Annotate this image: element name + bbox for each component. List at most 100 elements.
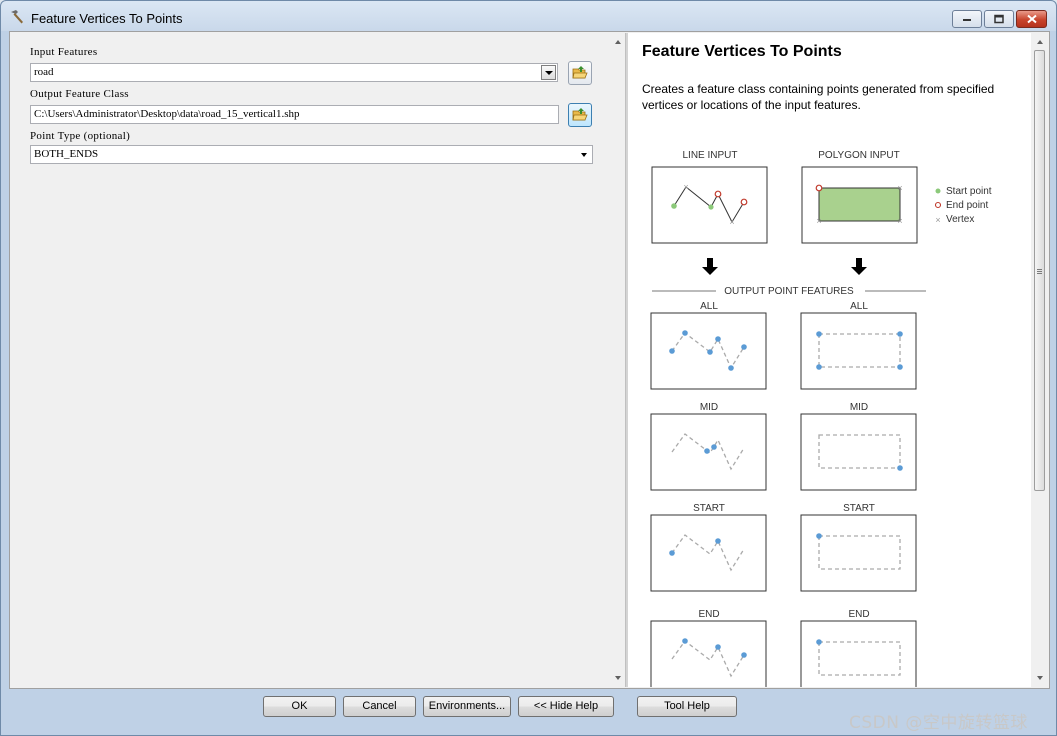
input-polygon: [818, 187, 901, 222]
output-point: [715, 538, 721, 544]
output-point: [816, 533, 822, 539]
arrow-down-icon: [851, 258, 867, 275]
input-features-browse-button[interactable]: [568, 61, 592, 85]
end-point-marker: [740, 198, 748, 206]
output-example-box: [650, 620, 767, 687]
watermark: CSDN @空中旋转篮球: [849, 713, 1028, 733]
output-point: [707, 349, 713, 355]
vertex-marker: ×: [683, 182, 688, 192]
start-point-marker: [671, 203, 677, 209]
ok-button[interactable]: OK: [263, 696, 336, 717]
minimize-icon: [963, 19, 971, 21]
end-point-marker: [714, 190, 722, 198]
output-examples: ALL ALL MID MID START START END END: [650, 301, 917, 687]
output-row-caption: MID: [700, 402, 718, 413]
vertex-marker: ×: [816, 216, 821, 226]
scroll-up-icon[interactable]: [615, 40, 621, 44]
vertex-marker: ×: [729, 217, 734, 227]
open-folder-icon: [572, 66, 588, 79]
point-type-label: Point Type (optional): [30, 130, 131, 142]
output-heading: OUTPUT POINT FEATURES: [724, 286, 854, 297]
legend-vertex-icon: ×: [935, 215, 940, 225]
output-point: [715, 336, 721, 342]
output-point: [897, 465, 903, 471]
output-point: [669, 348, 675, 354]
input-features-combo[interactable]: road: [30, 63, 558, 82]
vertex-marker: ×: [897, 216, 902, 226]
output-row-caption: ALL: [700, 301, 718, 312]
point-type-dropdown[interactable]: BOTH_ENDS: [30, 145, 593, 164]
output-point: [741, 344, 747, 350]
output-point: [728, 365, 734, 371]
scroll-down-icon[interactable]: [1037, 676, 1043, 680]
end-point-marker: [815, 184, 823, 192]
parameters-scrollbar[interactable]: [613, 33, 624, 687]
help-description: Creates a feature class containing point…: [642, 82, 995, 112]
close-icon: [1026, 14, 1037, 24]
open-folder-icon: [572, 108, 588, 121]
input-features-label: Input Features: [30, 46, 98, 58]
vertex-marker: ×: [897, 183, 902, 193]
legend-start-icon: [935, 188, 941, 194]
output-point: [741, 652, 747, 658]
output-row-caption: END: [698, 609, 719, 620]
hide-help-button[interactable]: << Hide Help: [518, 696, 614, 717]
window-title: Feature Vertices To Points: [31, 11, 183, 26]
legend-start-label: Start point: [946, 186, 992, 197]
output-point: [682, 330, 688, 336]
output-feature-class-browse-button[interactable]: [568, 103, 592, 127]
output-example-box: [800, 514, 917, 592]
environments-button[interactable]: Environments...: [423, 696, 511, 717]
title-bar[interactable]: Feature Vertices To Points: [1, 1, 1056, 33]
input-features-value: road: [34, 66, 54, 78]
output-point: [816, 331, 822, 337]
tool-help-button[interactable]: Tool Help: [637, 696, 737, 717]
output-point: [897, 364, 903, 370]
line-input-caption: LINE INPUT: [682, 150, 737, 161]
legend-end-icon: [934, 201, 942, 209]
polygon-input-caption: POLYGON INPUT: [818, 150, 900, 161]
tool-dialog-window: Feature Vertices To Points Input Feature…: [0, 0, 1057, 736]
help-scrollbar[interactable]: [1032, 33, 1048, 687]
scroll-up-icon[interactable]: [1037, 40, 1043, 44]
output-example-box: [800, 620, 917, 687]
help-scroll-thumb[interactable]: [1034, 50, 1045, 491]
legend-end-label: End point: [946, 200, 988, 211]
point-type-value: BOTH_ENDS: [34, 148, 99, 160]
chevron-down-icon: [581, 153, 587, 157]
maximize-button[interactable]: [984, 10, 1014, 28]
help-title: Feature Vertices To Points: [642, 43, 842, 60]
parameters-panel: Input Features road Output Feature Class…: [11, 33, 611, 687]
output-example-box: [800, 413, 917, 491]
scroll-down-icon[interactable]: [615, 676, 621, 680]
output-row-caption: START: [843, 503, 875, 514]
output-row-caption: MID: [850, 402, 868, 413]
close-button[interactable]: [1016, 10, 1047, 28]
output-row-caption: ALL: [850, 301, 868, 312]
arrow-down-icon: [702, 258, 718, 275]
output-point: [669, 550, 675, 556]
maximize-icon: [994, 14, 1004, 24]
output-point: [897, 331, 903, 337]
output-row-caption: END: [848, 609, 869, 620]
output-point: [704, 448, 710, 454]
output-point: [682, 638, 688, 644]
output-point: [816, 639, 822, 645]
output-point: [711, 444, 717, 450]
tool-illustration: LINE INPUT POLYGON INPUT × × × × × Start…: [650, 150, 992, 687]
cancel-button[interactable]: Cancel: [343, 696, 416, 717]
output-feature-class-field[interactable]: C:\Users\Administrator\Desktop\data\road…: [30, 105, 559, 124]
output-point: [816, 364, 822, 370]
output-example-box: [800, 312, 917, 390]
start-point-marker: [708, 204, 714, 210]
output-feature-class-label: Output Feature Class: [30, 88, 129, 100]
output-point: [715, 644, 721, 650]
minimize-button[interactable]: [952, 10, 982, 28]
hammer-tool-icon: [9, 9, 25, 25]
output-feature-class-value: C:\Users\Administrator\Desktop\data\road…: [34, 108, 300, 120]
output-row-caption: START: [693, 503, 725, 514]
combo-dropdown-button[interactable]: [541, 65, 556, 80]
help-panel: Feature Vertices To Points Creates a fea…: [628, 33, 1031, 687]
dialog-body: Input Features road Output Feature Class…: [9, 31, 1050, 689]
legend-vertex-label: Vertex: [946, 214, 974, 225]
